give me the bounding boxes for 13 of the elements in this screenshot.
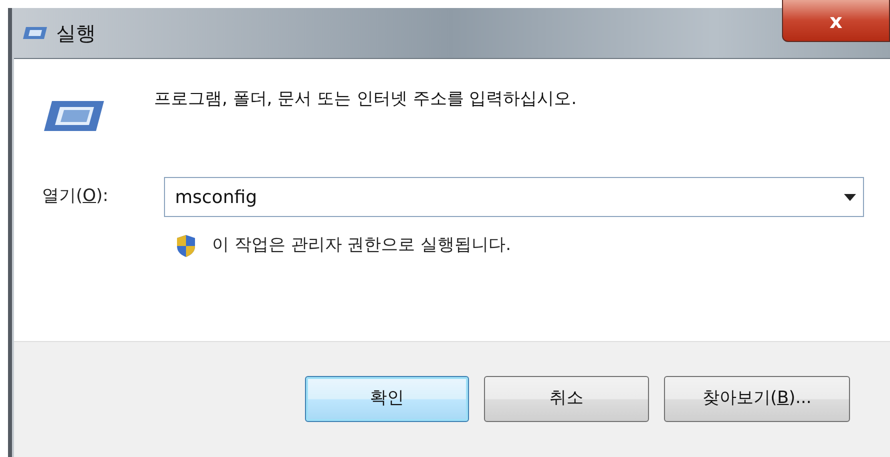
dialog-button[interactable]: 찾아보기(B)... [664, 376, 850, 422]
window-title: 실행 [56, 20, 96, 47]
admin-note: 이 작업은 관리자 권한으로 실행됩니다. [212, 234, 512, 257]
dropdown-caret-icon[interactable] [844, 194, 856, 201]
dialog-button[interactable]: 확인 [305, 376, 469, 422]
close-button[interactable]: x [782, 0, 890, 42]
shield-icon [176, 234, 196, 258]
instruction-text: 프로그램, 폴더, 문서 또는 인터넷 주소를 입력하십시오. [154, 88, 577, 111]
run-icon [22, 26, 48, 40]
run-icon [42, 99, 106, 133]
open-combobox[interactable]: msconfig [164, 177, 864, 217]
dialog-button[interactable]: 취소 [484, 376, 649, 422]
open-label: 열기(O): [42, 185, 110, 208]
